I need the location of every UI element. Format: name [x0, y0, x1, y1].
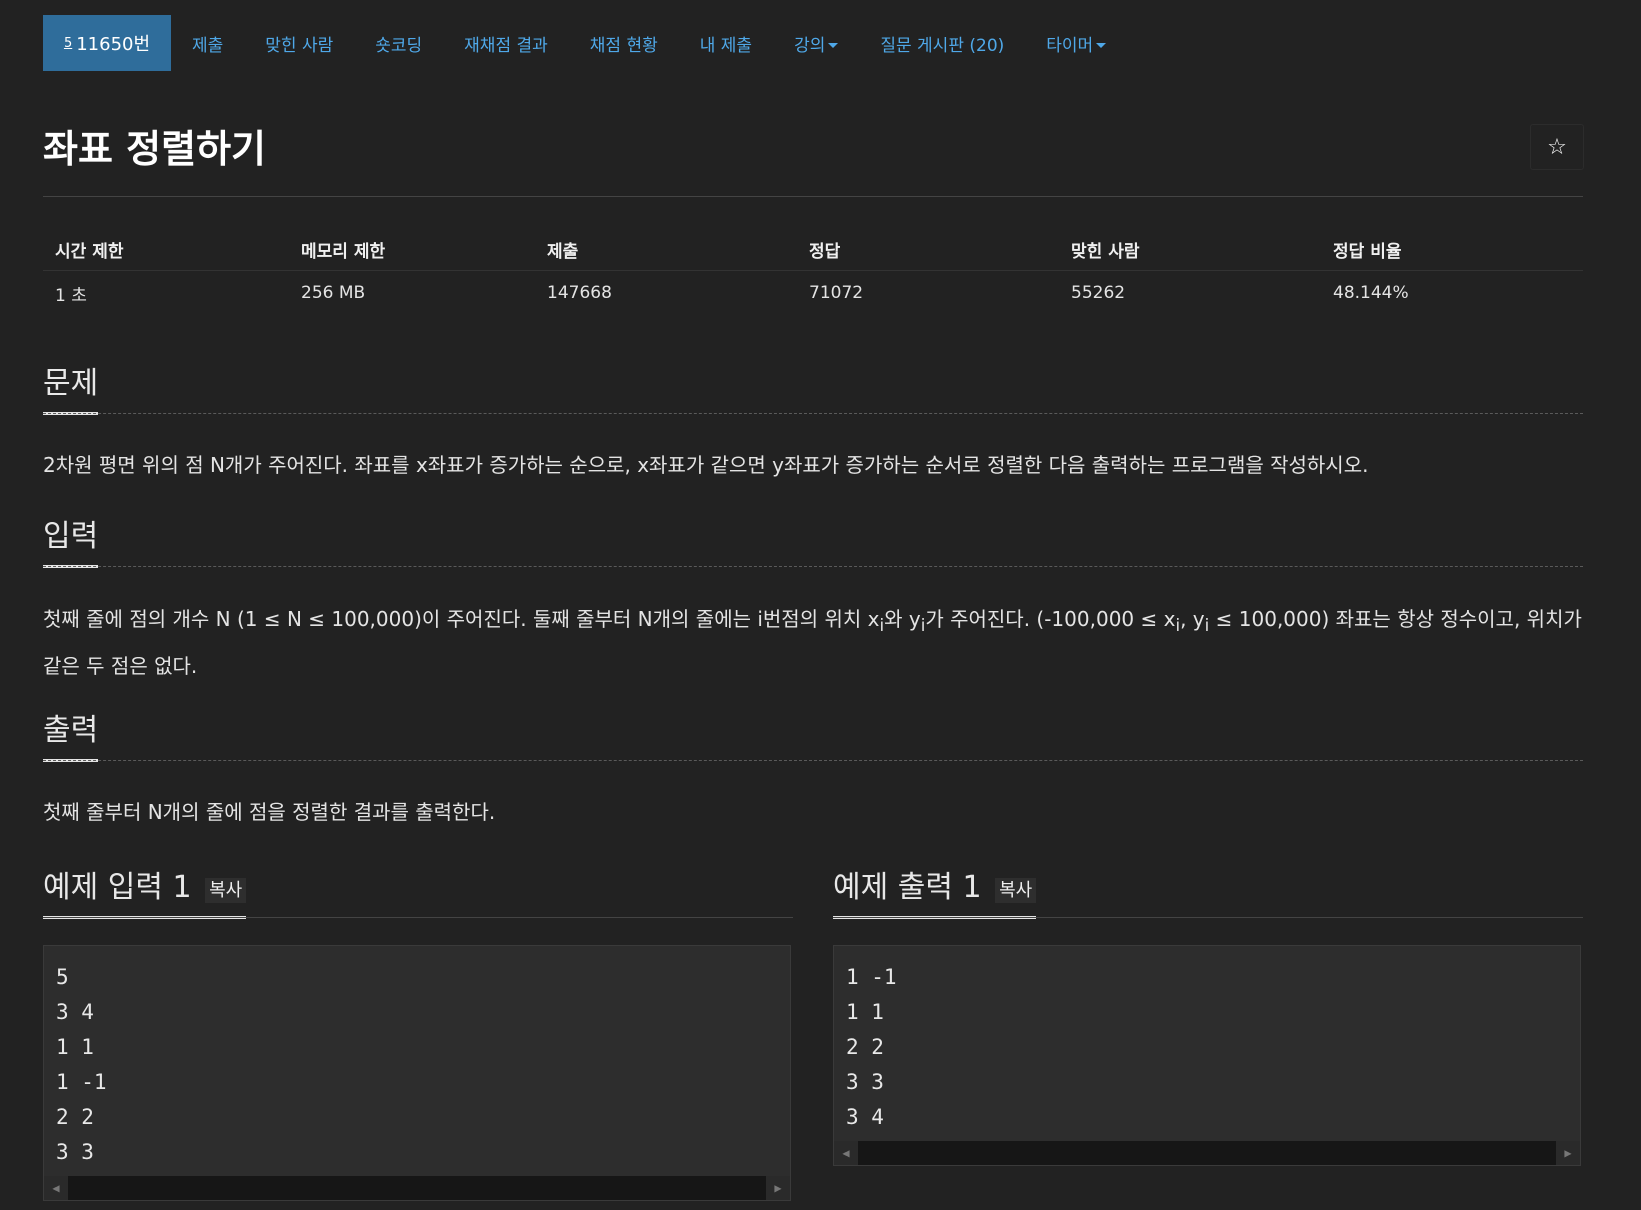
problem-section-header: 문제: [43, 358, 1583, 415]
sample-input-title: 예제 입력 1 복사: [43, 862, 247, 919]
scrollbar-track[interactable]: [68, 1176, 766, 1200]
input-text: 와 y: [884, 607, 921, 631]
info-header: 맞힌 사람: [1071, 241, 1140, 262]
chevron-down-icon: [828, 43, 839, 48]
problem-description: 2차원 평면 위의 점 N개가 주어진다. 좌표를 x좌표가 증가하는 순으로,…: [43, 453, 1369, 477]
time-limit: 1 초: [55, 285, 87, 306]
nav-lecture-label: 강의: [794, 35, 826, 56]
section-divider: [43, 760, 1583, 761]
info-header: 시간 제한: [55, 241, 124, 262]
scroll-right-icon[interactable]: ▶: [766, 1176, 790, 1200]
nav-board[interactable]: 질문 게시판 (20): [859, 31, 1025, 56]
solved-user-count: 55262: [1071, 283, 1126, 303]
sample-line: 2 2: [846, 1035, 884, 1059]
section-divider: [833, 917, 1583, 918]
problem-info-table: 시간 제한 메모리 제한 제출 정답 맞힌 사람 정답 비율 1 초 256 M…: [43, 228, 1583, 315]
accept-ratio: 48.144%: [1333, 283, 1409, 303]
sample-input-title-text: 예제 입력 1: [43, 870, 192, 905]
page-title: 좌표 정렬하기: [43, 127, 266, 171]
info-header: 제출: [547, 241, 579, 262]
nav-rejudge[interactable]: 재채점 결과: [443, 31, 569, 56]
sample-line: 1 -1: [846, 965, 897, 989]
info-header: 정답: [809, 241, 841, 262]
scrollbar-track[interactable]: [858, 1141, 1556, 1165]
copy-button[interactable]: 복사: [205, 877, 247, 903]
info-header-row: 시간 제한 메모리 제한 제출 정답 맞힌 사람 정답 비율: [43, 228, 1583, 271]
problem-nav: 5 11650번 제출 맞힌 사람 숏코딩 재채점 결과 채점 현황 내 제출 …: [43, 15, 1127, 71]
nav-status[interactable]: 채점 현황: [569, 31, 679, 56]
memory-limit: 256 MB: [301, 283, 366, 303]
section-title: 입력: [43, 511, 99, 568]
sample-line: 1 1: [56, 1035, 94, 1059]
sample-line: 3 4: [846, 1105, 884, 1129]
problem-page: 5 11650번 제출 맞힌 사람 숏코딩 재채점 결과 채점 현황 내 제출 …: [0, 0, 1641, 1210]
sample-input-box: 5 3 4 1 1 1 -1 2 2 3 3 ◀ ▶: [43, 945, 791, 1201]
horizontal-scrollbar[interactable]: ◀ ▶: [44, 1176, 790, 1200]
nav-tab-problem[interactable]: 5 11650번: [43, 15, 171, 71]
output-description: 첫째 줄부터 N개의 줄에 점을 정렬한 결과를 출력한다.: [43, 800, 496, 824]
scroll-left-icon[interactable]: ◀: [834, 1141, 858, 1165]
input-section-header: 입력: [43, 511, 1583, 568]
sample-line: 1 1: [846, 1000, 884, 1024]
sample-line: 5: [56, 965, 69, 989]
info-header: 메모리 제한: [301, 241, 386, 262]
submission-count: 147668: [547, 283, 612, 303]
sample-line: 3 3: [846, 1070, 884, 1094]
section-divider: [43, 566, 1583, 567]
input-text: 가 주어진다. (-100,000 ≤ x: [925, 607, 1176, 631]
output-section-header: 출력: [43, 705, 1583, 762]
copy-button[interactable]: 복사: [995, 877, 1037, 903]
nav-my-submissions[interactable]: 내 제출: [679, 31, 773, 56]
sample-line: 3 4: [56, 1000, 94, 1024]
sample-line: 2 2: [56, 1105, 94, 1129]
nav-lecture-dropdown[interactable]: 강의: [773, 31, 859, 56]
nav-solved-users[interactable]: 맞힌 사람: [244, 31, 354, 56]
input-text: 첫째 줄에 점의 개수 N (1 ≤ N ≤ 100,000)이 주어진다. 둘…: [43, 607, 880, 631]
sample-output-title-text: 예제 출력 1: [833, 870, 982, 905]
sample-line: 3 3: [56, 1140, 94, 1164]
input-text: , y: [1180, 607, 1205, 631]
favorite-button[interactable]: ☆: [1530, 124, 1584, 170]
title-divider: [43, 196, 1583, 197]
accepted-count: 71072: [809, 283, 864, 303]
sample-line: 1 -1: [56, 1070, 107, 1094]
section-title: 출력: [43, 705, 99, 762]
horizontal-scrollbar[interactable]: ◀ ▶: [834, 1141, 1580, 1165]
scroll-left-icon[interactable]: ◀: [44, 1176, 68, 1200]
section-divider: [43, 413, 1583, 414]
sample-input-header: 예제 입력 1 복사: [43, 862, 793, 919]
input-description: 첫째 줄에 점의 개수 N (1 ≤ N ≤ 100,000)이 주어진다. 둘…: [43, 599, 1583, 686]
section-divider: [43, 917, 793, 918]
tier-icon: 5: [63, 35, 73, 51]
scroll-right-icon[interactable]: ▶: [1556, 1141, 1580, 1165]
sample-output-title: 예제 출력 1 복사: [833, 862, 1037, 919]
nav-timer-dropdown[interactable]: 타이머: [1025, 31, 1127, 56]
section-title: 문제: [43, 358, 99, 415]
nav-timer-label: 타이머: [1046, 35, 1094, 56]
star-icon: ☆: [1547, 134, 1567, 160]
sample-output-header: 예제 출력 1 복사: [833, 862, 1583, 919]
nav-short-coding[interactable]: 숏코딩: [354, 31, 443, 56]
sample-output-box: 1 -1 1 1 2 2 3 3 3 4 ◀ ▶: [833, 945, 1581, 1166]
info-header: 정답 비율: [1333, 241, 1402, 262]
nav-tab-problem-label: 11650번: [76, 34, 151, 55]
chevron-down-icon: [1096, 43, 1107, 48]
info-value-row: 1 초 256 MB 147668 71072 55262 48.144%: [43, 271, 1583, 315]
nav-submit[interactable]: 제출: [171, 31, 244, 56]
